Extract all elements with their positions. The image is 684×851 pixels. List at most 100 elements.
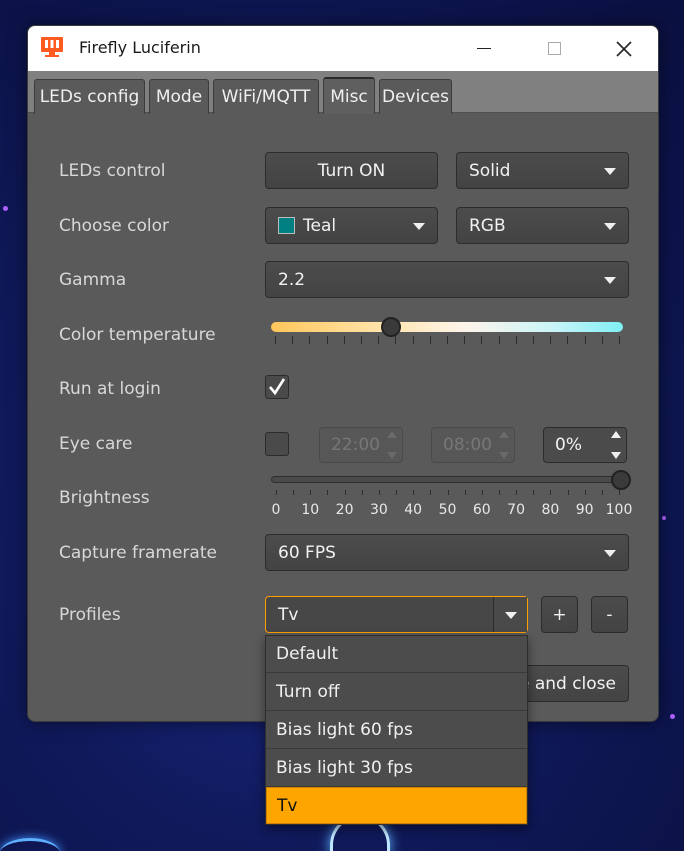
add-profile-button[interactable]: + [541,596,578,633]
brightness-tick-label: 90 [575,502,594,518]
window-title: Firefly Luciferin [79,38,201,57]
slider-tick [276,490,277,495]
eye-care-from-value: 22:00 [331,435,380,455]
slider-tick [430,490,432,495]
brightness-thumb[interactable] [611,470,631,490]
spinner-up-icon[interactable] [499,431,509,438]
color-mode-value: RGB [469,215,506,236]
slider-tick [619,490,620,495]
chevron-down-icon [413,222,425,230]
capture-framerate-select[interactable]: 60 FPS [265,534,629,571]
slider-tick [584,336,586,344]
brightness-tick-label: 50 [438,502,457,518]
capture-framerate-label: Capture framerate [59,543,217,563]
profiles-select-value: Tv [278,604,299,625]
eye-care-checkbox[interactable] [265,432,289,456]
brightness-slider[interactable] [271,476,623,483]
close-button[interactable] [589,26,658,71]
maximize-button[interactable] [519,26,589,71]
tab-leds-config[interactable]: LEDs config [34,79,145,114]
slider-tick [601,336,603,344]
slider-tick [429,336,431,344]
brightness-tick-label: 40 [404,502,423,518]
slider-tick [567,490,569,495]
tab-devices[interactable]: Devices [379,79,452,114]
dropdown-option[interactable]: Turn off [266,674,527,711]
spinner-up-icon[interactable] [387,431,397,438]
eye-care-label: Eye care [59,434,133,454]
color-picker[interactable]: Teal [265,207,438,244]
spinner-down-icon[interactable] [611,452,621,459]
slider-tick [292,336,294,344]
color-temperature-thumb[interactable] [380,317,401,337]
slider-tick [344,490,346,495]
eye-care-percent-spinner[interactable]: 0% [543,427,627,463]
profiles-select[interactable]: Tv [265,596,528,633]
gamma-select[interactable]: 2.2 [265,261,629,298]
eye-care-percent-value: 0% [555,435,582,455]
slider-tick [309,336,311,344]
slider-tick [498,336,500,344]
background-star [662,516,666,520]
brightness-label: Brightness [59,488,150,508]
slider-tick [378,490,380,495]
slider-tick [533,336,534,344]
dropdown-option[interactable]: Bias light 30 fps [266,750,527,787]
color-mode-select[interactable]: RGB [456,207,629,244]
gamma-label: Gamma [59,270,127,290]
color-temperature-slider[interactable] [271,322,623,332]
slider-tick [550,490,552,495]
title-bar: Firefly Luciferin [28,26,658,71]
eye-care-to-spinner[interactable]: 08:00 [431,427,515,463]
maximize-icon [547,42,561,55]
turn-on-button[interactable]: Turn ON [265,152,438,189]
brightness-tick-label: 80 [541,502,560,518]
chevron-down-icon [604,222,616,230]
dropdown-option[interactable]: Bias light 60 fps [266,712,527,749]
brightness-ticks [276,490,620,495]
brightness-tick-label: 100 [605,502,633,518]
gamma-value: 2.2 [278,269,306,290]
dropdown-option-selected[interactable]: Tv [266,787,527,824]
remove-profile-button[interactable]: - [591,596,628,633]
profiles-label: Profiles [59,605,121,625]
tab-mode[interactable]: Mode [149,79,209,114]
brightness-tick-label: 0 [271,502,281,518]
eye-care-to-value: 08:00 [443,435,492,455]
chevron-down-icon [505,611,517,619]
effect-select[interactable]: Solid [456,152,629,189]
slider-tick [447,490,449,495]
run-at-login-checkbox[interactable] [265,375,289,399]
brightness-tick-label: 20 [335,502,354,518]
background-glow [0,838,60,851]
dropdown-option[interactable]: Default [266,636,527,673]
spinner-down-icon[interactable] [499,452,509,459]
app-window: Firefly Luciferin LEDs config Mode WiFi/… [27,25,659,722]
tab-bar: LEDs config Mode WiFi/MQTT Misc Devices [28,71,658,114]
profiles-dropdown-toggle[interactable] [493,597,527,632]
slider-tick [275,336,276,344]
choose-color-label: Choose color [59,216,170,236]
slider-tick [481,336,483,344]
spinner-up-icon[interactable] [611,431,621,438]
slider-tick [361,490,363,495]
color-picker-value: Teal [303,215,337,236]
effect-select-value: Solid [469,160,511,181]
slider-tick [601,490,603,495]
slider-tick [567,336,569,344]
slider-tick [326,336,328,344]
capture-framerate-value: 60 FPS [278,542,336,563]
checkmark-icon [269,378,286,396]
slider-tick [533,490,535,495]
chevron-down-icon [604,167,616,175]
minimize-icon [477,48,491,49]
brightness-tick-labels: 0 10 20 30 40 50 60 70 80 90 100 [272,502,633,520]
background-star [3,206,8,211]
spinner-down-icon[interactable] [387,452,397,459]
tab-misc[interactable]: Misc [323,77,375,114]
eye-care-from-spinner[interactable]: 22:00 [319,427,403,463]
slider-tick [343,336,345,344]
slider-tick [515,336,517,344]
tab-wifi-mqtt[interactable]: WiFi/MQTT [213,79,319,114]
minimize-button[interactable] [449,26,519,71]
